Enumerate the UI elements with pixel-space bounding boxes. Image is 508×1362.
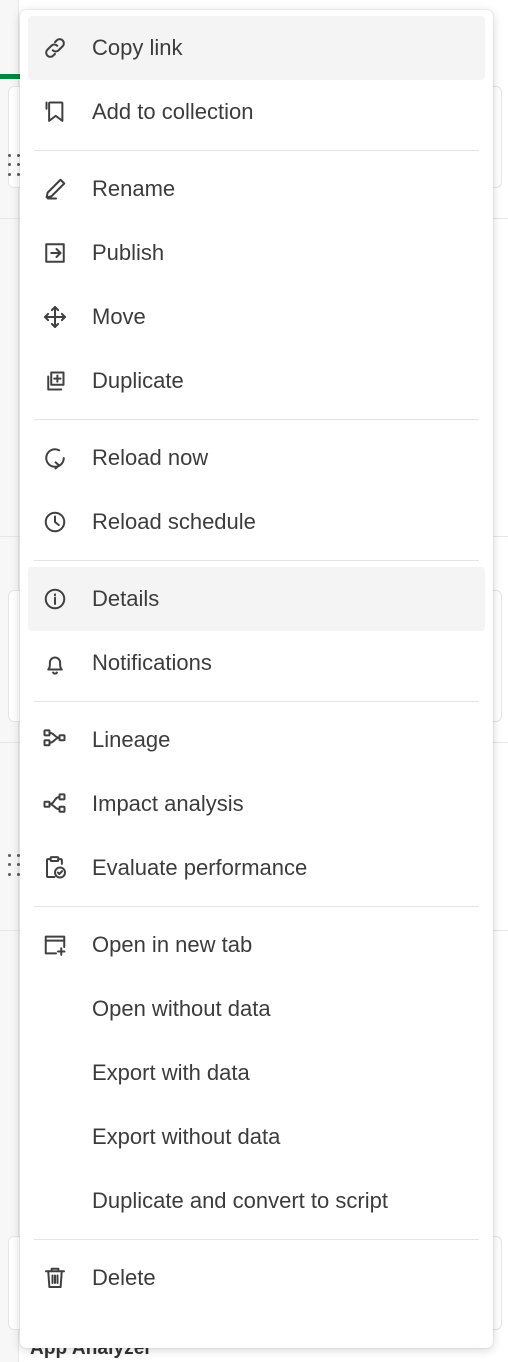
menu-item-open-in-new-tab[interactable]: Open in new tab — [28, 913, 485, 977]
menu-item-label: Move — [92, 304, 146, 329]
menu-item-lineage[interactable]: Lineage — [28, 708, 485, 772]
menu-item-label: Rename — [92, 176, 176, 201]
menu-group: Details Notifications — [20, 567, 493, 695]
menu-item-label: Duplicate and convert to script — [92, 1188, 388, 1213]
menu-item-export-with-data[interactable]: Export with data — [28, 1041, 485, 1105]
move-arrows-icon — [40, 300, 74, 334]
info-circle-icon — [40, 582, 74, 616]
menu-item-reload-schedule[interactable]: Reload schedule — [28, 490, 485, 554]
menu-item-open-without-data[interactable]: Open without data — [28, 977, 485, 1041]
menu-item-move[interactable]: Move — [28, 285, 485, 349]
menu-group: Open in new tab Open without data Export w… — [20, 913, 493, 1233]
menu-item-delete[interactable]: Delete — [28, 1246, 485, 1310]
menu-item-duplicate[interactable]: Duplicate — [28, 349, 485, 413]
menu-item-reload-now[interactable]: Reload now — [28, 426, 485, 490]
menu-separator — [34, 906, 479, 907]
menu-group: Copy link Add to collection — [20, 16, 493, 144]
menu-item-label: Reload now — [92, 445, 209, 470]
pencil-icon — [40, 172, 74, 206]
menu-item-label: Evaluate performance — [92, 855, 308, 880]
duplicate-plus-icon — [40, 364, 74, 398]
menu-item-export-without-data[interactable]: Export without data — [28, 1105, 485, 1169]
clock-icon — [40, 505, 74, 539]
menu-item-label: Export without data — [92, 1124, 281, 1149]
menu-group: Lineage Impact analysis Evaluate perform… — [20, 708, 493, 900]
menu-item-label: Duplicate — [92, 368, 184, 393]
menu-separator — [34, 1239, 479, 1240]
context-menu[interactable]: Copy link Add to collection Rename Publi… — [20, 10, 493, 1348]
menu-item-impact-analysis[interactable]: Impact analysis — [28, 772, 485, 836]
link-icon — [40, 31, 74, 65]
menu-group: Rename Publish Move Duplicate — [20, 157, 493, 413]
menu-separator — [34, 150, 479, 151]
menu-separator — [34, 560, 479, 561]
menu-item-label: Open without data — [92, 996, 271, 1021]
menu-item-label: Copy link — [92, 35, 183, 60]
menu-separator — [34, 419, 479, 420]
menu-item-label: Publish — [92, 240, 165, 265]
menu-item-label: Impact analysis — [92, 791, 244, 816]
bookmark-icon — [40, 95, 74, 129]
menu-item-label: Notifications — [92, 650, 212, 675]
menu-item-label: Details — [92, 586, 160, 611]
new-tab-icon — [40, 928, 74, 962]
menu-group: Delete — [20, 1246, 493, 1310]
publish-arrow-icon — [40, 236, 74, 270]
menu-item-notifications[interactable]: Notifications — [28, 631, 485, 695]
menu-item-details[interactable]: Details — [28, 567, 485, 631]
trash-icon — [40, 1261, 74, 1295]
impact-analysis-icon — [40, 787, 74, 821]
menu-item-label: Open in new tab — [92, 932, 253, 957]
menu-item-label: Reload schedule — [92, 509, 256, 534]
menu-item-copy-link[interactable]: Copy link — [28, 16, 485, 80]
menu-item-duplicate-and-convert-to-script[interactable]: Duplicate and convert to script — [28, 1169, 485, 1233]
menu-group: Reload now Reload schedule — [20, 426, 493, 554]
menu-item-label: Export with data — [92, 1060, 250, 1085]
menu-item-publish[interactable]: Publish — [28, 221, 485, 285]
bell-icon — [40, 646, 74, 680]
menu-separator — [34, 701, 479, 702]
clipboard-check-icon — [40, 851, 74, 885]
menu-item-add-to-collection[interactable]: Add to collection — [28, 80, 485, 144]
menu-item-label: Lineage — [92, 727, 171, 752]
reload-icon — [40, 441, 74, 475]
menu-item-label: Add to collection — [92, 99, 254, 124]
lineage-icon — [40, 723, 74, 757]
menu-item-evaluate-performance[interactable]: Evaluate performance — [28, 836, 485, 900]
menu-item-rename[interactable]: Rename — [28, 157, 485, 221]
menu-item-label: Delete — [92, 1265, 156, 1290]
